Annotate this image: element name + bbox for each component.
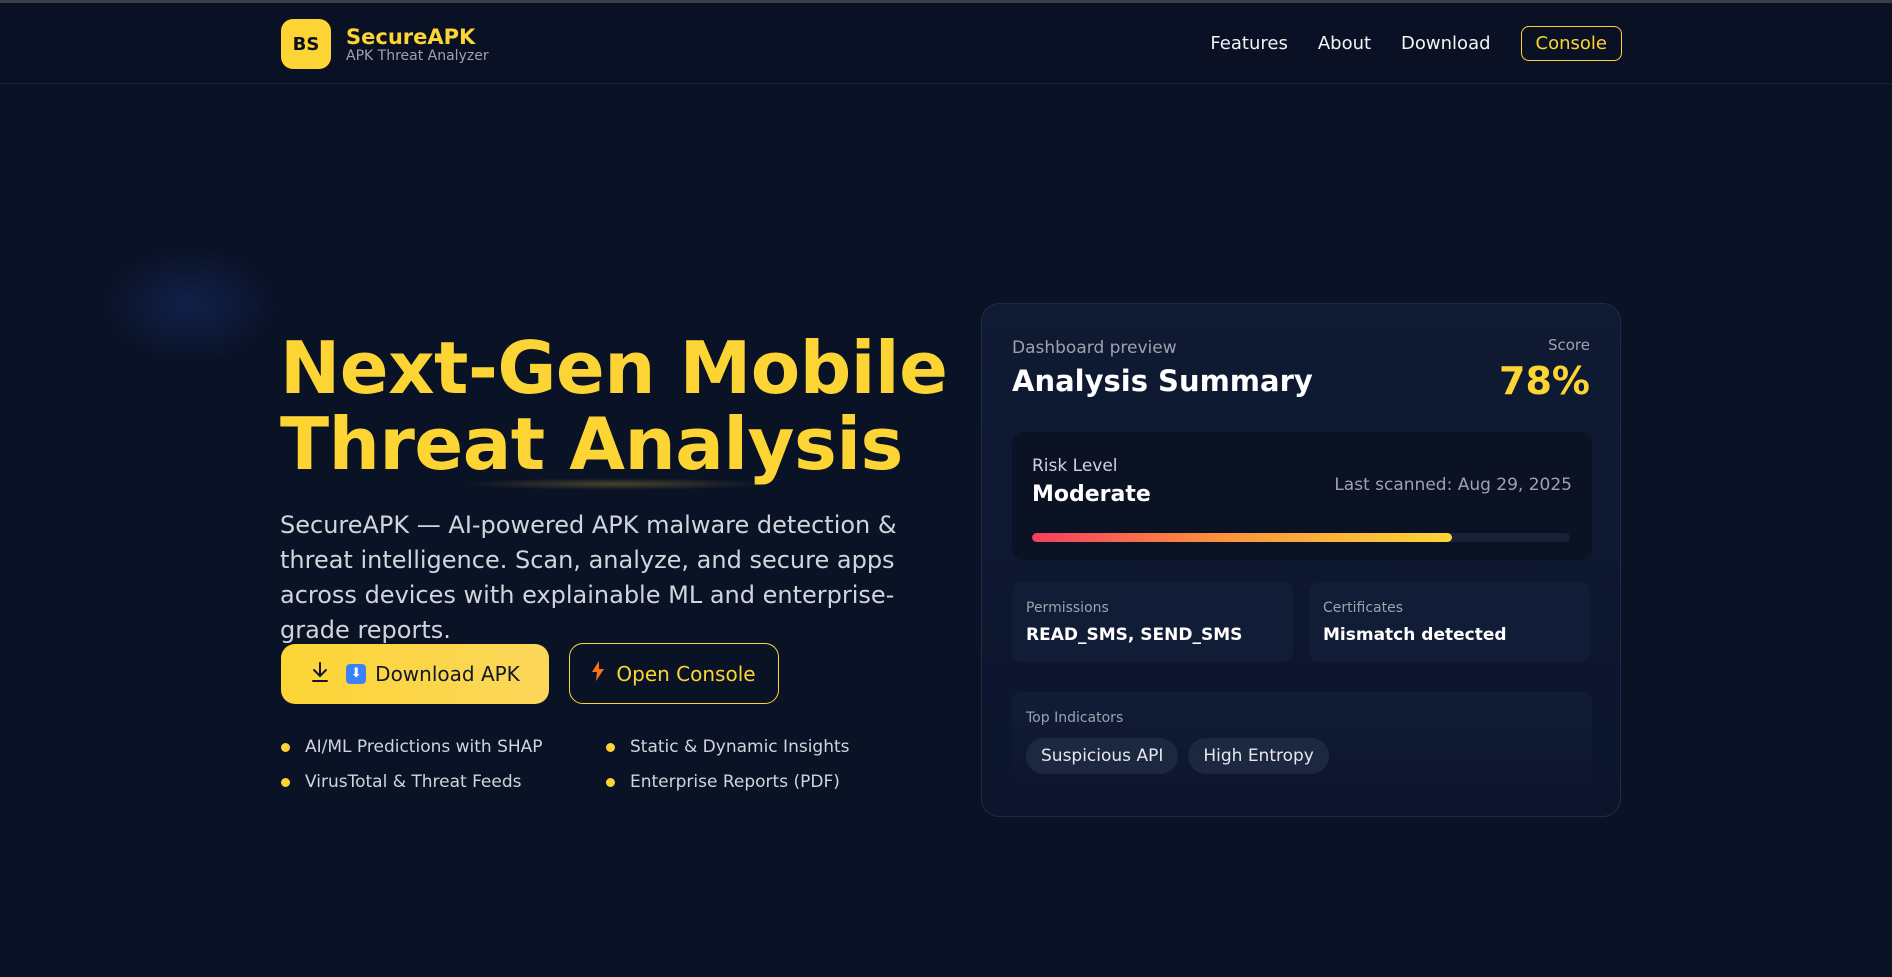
download-icon [310, 661, 330, 688]
indicator-chips: Suspicious API High Entropy [1026, 738, 1339, 774]
risk-label: Risk Level [1032, 456, 1118, 476]
score-value: 78% [1499, 359, 1590, 403]
hero-title-line1: Next-Gen Mobile [280, 326, 948, 410]
background-glow [100, 245, 280, 365]
console-nav-button[interactable]: Console [1520, 26, 1622, 61]
feature-label: AI/ML Predictions with SHAP [305, 737, 543, 757]
analysis-summary-card: Dashboard preview Analysis Summary Score… [981, 303, 1621, 817]
feature-item: Static & Dynamic Insights [606, 737, 850, 757]
nav-link-features[interactable]: Features [1210, 33, 1287, 54]
score-label: Score [1547, 336, 1590, 354]
bullet-icon [281, 742, 290, 752]
brand-subtitle: APK Threat Analyzer [346, 48, 489, 64]
open-console-label: Open Console [616, 661, 756, 686]
feature-label: VirusTotal & Threat Feeds [305, 772, 522, 792]
feature-item: AI/ML Predictions with SHAP [281, 737, 543, 757]
indicator-chip[interactable]: Suspicious API [1026, 738, 1179, 774]
top-navigation: BS SecureAPK APK Threat Analyzer Feature… [0, 3, 1892, 84]
certificates-label: Certificates [1323, 600, 1404, 616]
feature-item: Enterprise Reports (PDF) [606, 772, 840, 792]
permissions-label: Permissions [1026, 600, 1109, 616]
hero-title-line2: Threat Analysis [280, 402, 903, 486]
risk-level-panel: Risk Level Moderate Last scanned: Aug 29… [1012, 432, 1592, 560]
risk-progress-fill [1032, 533, 1452, 542]
last-scanned: Last scanned: Aug 29, 2025 [1334, 475, 1572, 495]
hero-description: SecureAPK — AI-powered APK malware detec… [280, 511, 897, 644]
certificates-panel: Certificates Mismatch detected [1309, 582, 1590, 662]
brand-logo: BS [281, 19, 331, 69]
indicator-chip[interactable]: High Entropy [1188, 738, 1329, 774]
brand-name: SecureAPK [346, 25, 476, 49]
down-arrow-emoji-icon: ⬇ [346, 664, 367, 684]
bullet-icon [281, 777, 290, 787]
download-apk-label: Download APK [375, 662, 520, 686]
permissions-value: READ_SMS, SEND_SMS [1026, 625, 1243, 645]
brand-text: SecureAPK APK Threat Analyzer [346, 25, 489, 64]
lightning-icon [592, 661, 605, 686]
download-apk-button[interactable]: ⬇ Download APK [281, 644, 549, 704]
permissions-panel: Permissions READ_SMS, SEND_SMS [1012, 582, 1293, 662]
feature-label: Static & Dynamic Insights [630, 737, 850, 757]
risk-progress-track [1032, 533, 1570, 542]
brand[interactable]: BS SecureAPK APK Threat Analyzer [281, 19, 489, 69]
card-kicker: Dashboard preview [1012, 338, 1177, 358]
nav-link-about[interactable]: About [1318, 33, 1371, 54]
bullet-icon [606, 777, 615, 787]
top-indicators-panel: Top Indicators Suspicious API High Entro… [1012, 692, 1592, 790]
indicators-label: Top Indicators [1026, 710, 1124, 726]
bullet-icon [606, 742, 615, 752]
open-console-button[interactable]: Open Console [569, 643, 779, 704]
risk-value: Moderate [1032, 482, 1151, 507]
feature-item: VirusTotal & Threat Feeds [281, 772, 522, 792]
nav-links: Features About Download Console [1210, 26, 1622, 61]
certificates-value: Mismatch detected [1323, 625, 1507, 645]
nav-link-download[interactable]: Download [1401, 33, 1490, 54]
card-title: Analysis Summary [1012, 364, 1313, 398]
feature-label: Enterprise Reports (PDF) [630, 772, 840, 792]
title-underline-glow [460, 478, 770, 490]
hero-title: Next-Gen Mobile Threat Analysis [280, 330, 960, 482]
